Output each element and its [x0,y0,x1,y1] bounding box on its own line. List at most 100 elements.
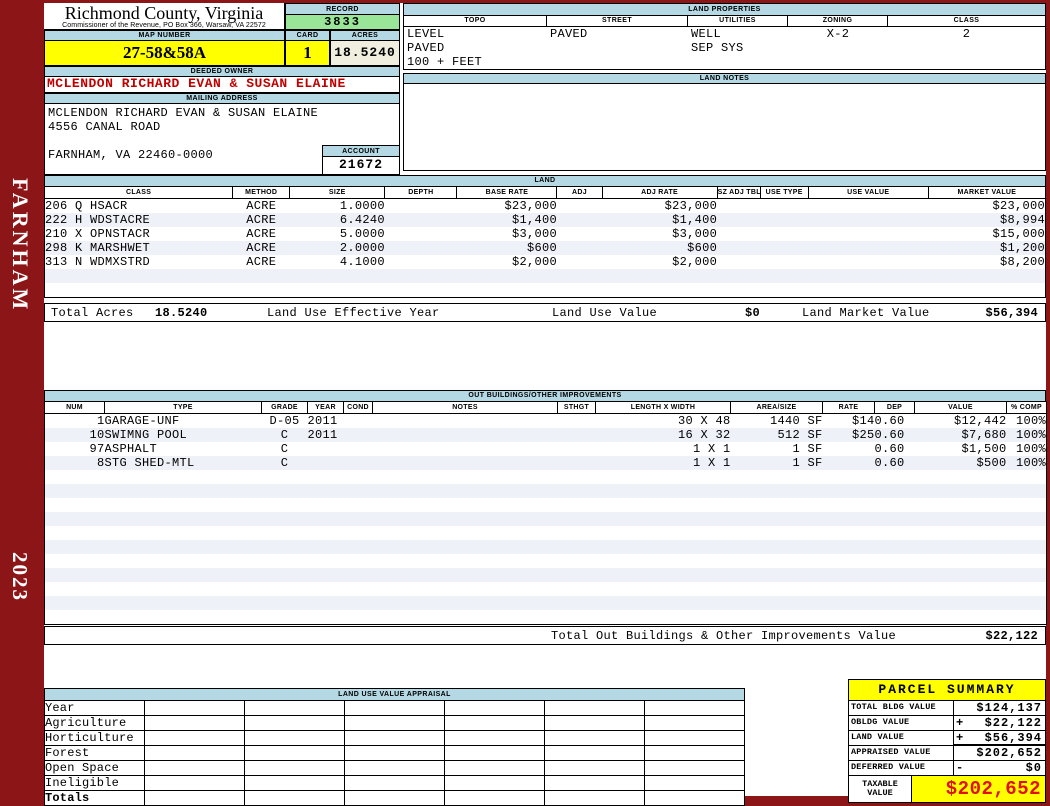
mailing-address-header: MAILING ADDRESS [44,93,400,104]
outbuilding-cell-dep: 0.60 [874,414,905,428]
land-cell-use_value [808,199,928,214]
table-row: 206 Q HSACR ACRE 1.0000 $23,000 $23,000 $23,0… [45,199,1046,214]
account-header: ACCOUNT [322,145,400,157]
land-cell-adj_rate: $1,400 [672,213,718,227]
land-use-appraisal-table: Year Agriculture Horticulture Forest Ope… [44,700,745,806]
appraisal-empty-cell [444,775,545,791]
outbuilding-cell-area: 1440 SF [769,414,823,428]
land-table-body: 206 Q HSACR ACRE 1.0000 $23,000 $23,000 $23,0… [44,199,1046,298]
outbuilding-cell-type: SWIMNG POOL [104,428,188,442]
outbuilding-cell-year [308,442,344,456]
outbuilding-cell-type: GARAGE-UNF [104,414,180,428]
empty-cell [45,568,1047,582]
outbuilding-cell-sthgt [558,428,596,442]
parcel-summary-row-value: - $0 [954,761,1045,775]
outbuilding-column-header: NUM [44,401,105,414]
empty-row [45,283,1046,298]
map-number-value: 27-58&58A [44,41,285,66]
empty-cell [45,470,1047,484]
land-cell-base_rate: $2,000 [511,255,557,269]
outbuilding-cell-year [308,456,344,470]
outbuilding-cell-lxw: 30 X 48 [677,414,731,428]
land-column-header: ADJ RATE [601,186,718,199]
appraisal-empty-cell [644,730,745,746]
land-cell-method: ACRE [246,255,277,269]
appraisal-empty-cell [344,760,445,776]
appraisal-empty-cell [544,730,645,746]
land-cell-class: 313 N WDMXSTRD [45,255,151,269]
acres-value: 18.5240 [330,41,400,66]
appraisal-row-label: Forest [44,745,145,761]
outbuilding-cell-cond [344,428,373,442]
header-row: CLASS METHOD SIZE DEPTH BASE RATE ADJ ADJ RATE… [43,186,1047,199]
appraisal-row: Ineligible [44,775,745,791]
appraisal-empty-cell [544,760,645,776]
outbuilding-cell-sthgt [558,442,596,456]
amount: $0 [1025,761,1042,775]
empty-row [44,540,1047,554]
land-use-appraisal-title: LAND USE VALUE APPRAISAL [44,688,745,700]
land-properties-values: LEVEL PAVED 100 + FEET PAVED WELL SEP SYS X-2 2 [404,27,1045,69]
amount: $22,122 [984,716,1042,730]
land-cell-depth [385,213,457,227]
outbuilding-column-header: GRADE [261,401,308,414]
land-cell-adj_rate: $23,000 [664,199,718,213]
outbuilding-cell-rate [823,442,875,456]
land-properties-value: LEVEL [407,27,445,41]
outbuilding-cell-type: ASPHALT [104,442,158,456]
outbuilding-cell-notes [373,428,558,442]
appraisal-row: Horticulture [44,730,745,746]
outbuilding-column-header: YEAR [307,401,344,414]
land-properties-title: LAND PROPERTIES [404,4,1045,16]
land-cell-size: 5.0000 [339,227,385,241]
land-cell-base_rate: $1,400 [511,213,557,227]
land-column-header: USE TYPE [759,186,809,199]
land-properties-value: 2 [962,27,971,41]
appraisal-empty-cell [644,790,745,806]
outbuilding-cell-area: 1 SF [792,456,823,470]
land-cell-use_value [808,213,928,227]
empty-cell [45,484,1047,498]
land-cell-adj [557,255,602,269]
land-cell-sz_adj_tbl [717,255,760,269]
land-column-header: SIZE [289,186,386,199]
outbuilding-cell-lxw: 16 X 32 [677,428,731,442]
land-cell-size: 6.4240 [339,213,385,227]
land-section-title: LAND [44,175,1046,186]
outbuilding-column-header: % COMP [1006,401,1047,414]
parcel-summary-row: TOTAL BLDG VALUE $124,137 [849,701,1045,716]
land-properties-value: PAVED [407,41,445,55]
outbuilding-cell-rate: $25 [851,428,875,442]
appraisal-empty-cell [344,745,445,761]
county-title: Richmond County, Virginia [64,3,264,23]
empty-row [45,498,1047,512]
land-cell-depth [385,227,457,241]
empty-row [44,596,1047,610]
land-properties-column-header: TOPO [404,16,547,27]
land-cell-use_type [760,255,808,269]
empty-row [44,269,1046,283]
total-acres-value: 18.5240 [155,306,208,320]
land-table: CLASS METHOD SIZE DEPTH BASE RATE ADJ ADJ RATE… [43,186,1047,298]
appraisal-empty-cell [344,790,445,806]
header-row: NUM TYPE GRADE YEAR COND NOTES STHGT LENGTH X W… [44,401,1047,414]
sidebar: FARNHAM 2023 [0,0,44,800]
outbuilding-cell-dep: 0.60 [874,456,905,470]
parcel-summary-row-label: OBLDG VALUE [849,716,954,730]
card-header: CARD [285,30,330,41]
empty-cell [45,540,1047,554]
district-label: FARNHAM [8,178,33,313]
land-cell-sz_adj_tbl [717,213,760,227]
appraisal-row-label: Agriculture [44,715,145,731]
parcel-summary-title: PARCEL SUMMARY [849,680,1045,701]
table-row: 210 X OPNSTACR ACRE 5.0000 $3,000 $3,000 $15,… [45,227,1046,241]
appraisal-empty-cell [444,700,545,716]
outbuilding-cell-notes [373,456,558,470]
empty-row [44,512,1047,526]
land-cell-adj [557,241,602,255]
parcel-summary-rows: TOTAL BLDG VALUE $124,137 OBLDG VALUE + $22,… [849,701,1045,776]
outbuilding-cell-notes [373,442,558,456]
land-use-value: $0 [745,306,761,320]
outbuilding-cell-cond [344,442,373,456]
parcel-summary-row: APPRAISED VALUE $202,652 [849,746,1045,761]
